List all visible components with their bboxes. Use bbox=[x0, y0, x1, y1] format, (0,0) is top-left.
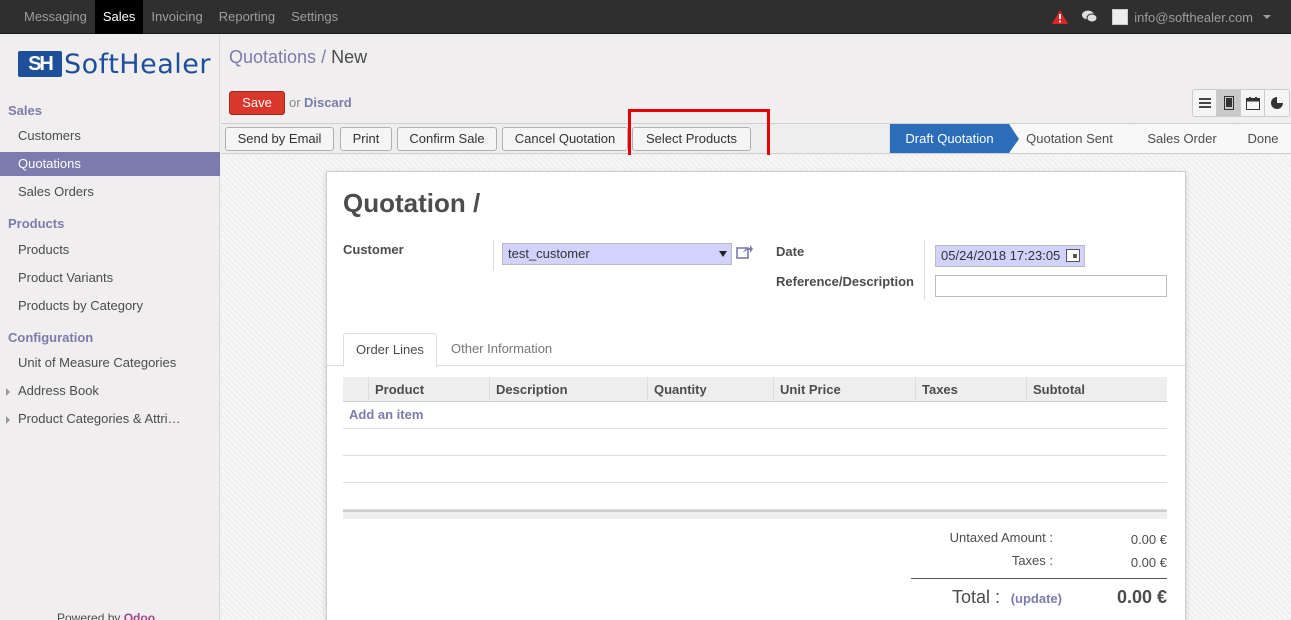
sidebar-section-products: Products bbox=[8, 216, 65, 231]
logo-mark: SH bbox=[18, 51, 62, 77]
table-row bbox=[343, 456, 1167, 483]
warning-icon[interactable] bbox=[1052, 10, 1069, 24]
sidebar-item-uom-categories[interactable]: Unit of Measure Categories bbox=[0, 351, 220, 375]
sidebar-item-customers[interactable]: Customers bbox=[0, 124, 220, 148]
breadcrumb-current: New bbox=[331, 47, 368, 67]
list-view-icon[interactable] bbox=[1193, 90, 1217, 116]
page-title: Quotation / bbox=[343, 188, 481, 218]
form-view-icon[interactable] bbox=[1217, 90, 1241, 116]
calendar-view-icon[interactable] bbox=[1241, 90, 1265, 116]
menu-reporting[interactable]: Reporting bbox=[211, 0, 283, 34]
top-right-area: info@softhealer.com bbox=[1052, 0, 1271, 34]
table-row bbox=[343, 429, 1167, 456]
discard-link[interactable]: Discard bbox=[304, 95, 352, 110]
order-lines-header: Product Description Quantity Unit Price … bbox=[343, 377, 1167, 402]
logo-text: SoftHealer bbox=[64, 48, 211, 80]
menu-sales[interactable]: Sales bbox=[94, 0, 144, 34]
top-menu: Messaging Sales Invoicing Reporting Sett… bbox=[16, 0, 346, 34]
date-value: 05/24/2018 17:23:05 bbox=[941, 248, 1061, 263]
print-button[interactable]: Print bbox=[340, 127, 392, 151]
customer-value: test_customer bbox=[508, 246, 590, 261]
status-draft-quotation[interactable]: Draft Quotation bbox=[889, 124, 1019, 153]
column-unit-price[interactable]: Unit Price bbox=[773, 377, 915, 402]
breadcrumb: Quotations / New bbox=[229, 47, 367, 68]
calendar-icon[interactable] bbox=[1066, 249, 1080, 262]
save-button[interactable]: Save bbox=[229, 91, 285, 115]
add-item-row: Add an item bbox=[343, 402, 1167, 429]
total-label: Total : bbox=[951, 587, 1000, 607]
table-footer bbox=[343, 510, 1167, 519]
sidebar: SH SoftHealer Sales Customers Quotations… bbox=[0, 35, 220, 620]
column-product[interactable]: Product bbox=[368, 377, 489, 402]
update-link[interactable]: (update) bbox=[1007, 591, 1062, 606]
pivot-chart-view-icon[interactable] bbox=[1265, 90, 1289, 116]
sidebar-section-sales: Sales bbox=[8, 103, 42, 118]
column-quantity[interactable]: Quantity bbox=[647, 377, 773, 402]
tab-other-information[interactable]: Other Information bbox=[439, 333, 564, 366]
table-row bbox=[343, 483, 1167, 510]
form-sheet: Quotation / Customer test_customer Date … bbox=[326, 171, 1186, 620]
sidebar-item-sales-orders[interactable]: Sales Orders bbox=[0, 180, 220, 204]
sidebar-item-address-book[interactable]: Address Book bbox=[0, 379, 220, 403]
top-navbar: Messaging Sales Invoicing Reporting Sett… bbox=[0, 0, 1291, 34]
status-label: Done bbox=[1247, 131, 1279, 146]
view-switcher bbox=[1192, 89, 1290, 117]
column-taxes[interactable]: Taxes bbox=[915, 377, 1026, 402]
chat-icon[interactable] bbox=[1082, 10, 1098, 24]
customer-select[interactable]: test_customer bbox=[502, 243, 732, 265]
chevron-down-icon bbox=[1263, 15, 1271, 19]
customer-label: Customer bbox=[343, 242, 404, 257]
date-label: Date bbox=[776, 244, 805, 259]
cancel-quotation-button[interactable]: Cancel Quotation bbox=[502, 127, 628, 151]
add-item-link[interactable]: Add an item bbox=[349, 407, 423, 422]
caret-down-icon bbox=[719, 251, 727, 257]
breadcrumb-quotations[interactable]: Quotations bbox=[229, 47, 316, 67]
untaxed-amount-label: Untaxed Amount : bbox=[949, 530, 1053, 545]
column-description[interactable]: Description bbox=[489, 377, 647, 402]
powered-by-text: Powered by bbox=[57, 611, 121, 620]
field-divider bbox=[924, 240, 925, 300]
tab-order-lines[interactable]: Order Lines bbox=[343, 333, 437, 367]
menu-messaging[interactable]: Messaging bbox=[16, 0, 95, 34]
date-field[interactable]: 05/24/2018 17:23:05 bbox=[935, 245, 1085, 267]
or-text: or bbox=[289, 95, 301, 110]
untaxed-amount-value: 0.00 € bbox=[1130, 532, 1167, 547]
column-subtotal[interactable]: Subtotal bbox=[1026, 377, 1167, 402]
send-by-email-button[interactable]: Send by Email bbox=[225, 127, 334, 151]
status-label: Draft Quotation bbox=[905, 131, 994, 146]
sidebar-item-product-categories[interactable]: Product Categories & Attri… bbox=[0, 407, 220, 431]
status-label: Sales Order bbox=[1147, 131, 1217, 146]
sidebar-item-products[interactable]: Products bbox=[0, 238, 220, 262]
status-label: Quotation Sent bbox=[1026, 131, 1113, 146]
statusbar: Draft Quotation Quotation Sent Sales Ord… bbox=[889, 124, 1291, 153]
status-quotation-sent[interactable]: Quotation Sent bbox=[1009, 124, 1139, 153]
user-email: info@softhealer.com bbox=[1134, 9, 1253, 25]
totals-divider bbox=[911, 578, 1167, 579]
sidebar-section-configuration: Configuration bbox=[8, 330, 94, 345]
company-logo[interactable]: SH SoftHealer bbox=[18, 48, 211, 80]
field-divider bbox=[493, 240, 494, 270]
powered-by: Powered by Odoo bbox=[57, 611, 155, 620]
sidebar-item-address-book-row[interactable]: Address Book bbox=[0, 379, 220, 403]
status-sales-order[interactable]: Sales Order bbox=[1129, 124, 1244, 153]
external-link-icon[interactable] bbox=[736, 244, 753, 262]
confirm-sale-button[interactable]: Confirm Sale bbox=[397, 127, 497, 151]
total-value: 0.00 € bbox=[1116, 587, 1167, 607]
breadcrumb-separator: / bbox=[321, 47, 327, 67]
taxes-value: 0.00 € bbox=[1130, 555, 1167, 570]
sidebar-item-product-variants[interactable]: Product Variants bbox=[0, 266, 220, 290]
sidebar-item-products-by-category[interactable]: Products by Category bbox=[0, 294, 220, 318]
reference-input[interactable] bbox=[935, 275, 1167, 297]
user-menu[interactable]: info@softhealer.com bbox=[1112, 9, 1271, 25]
taxes-label: Taxes : bbox=[1011, 553, 1053, 568]
reference-label: Reference/Description bbox=[776, 274, 914, 289]
avatar bbox=[1112, 9, 1129, 25]
sidebar-item-quotations[interactable]: Quotations bbox=[0, 152, 220, 176]
odoo-link[interactable]: Odoo bbox=[124, 611, 155, 620]
menu-settings[interactable]: Settings bbox=[283, 0, 346, 34]
sidebar-item-product-categories-row[interactable]: Product Categories & Attri… bbox=[0, 407, 220, 431]
menu-invoicing[interactable]: Invoicing bbox=[143, 0, 210, 34]
notebook-tabs: Order Lines Other Information bbox=[327, 333, 1185, 367]
